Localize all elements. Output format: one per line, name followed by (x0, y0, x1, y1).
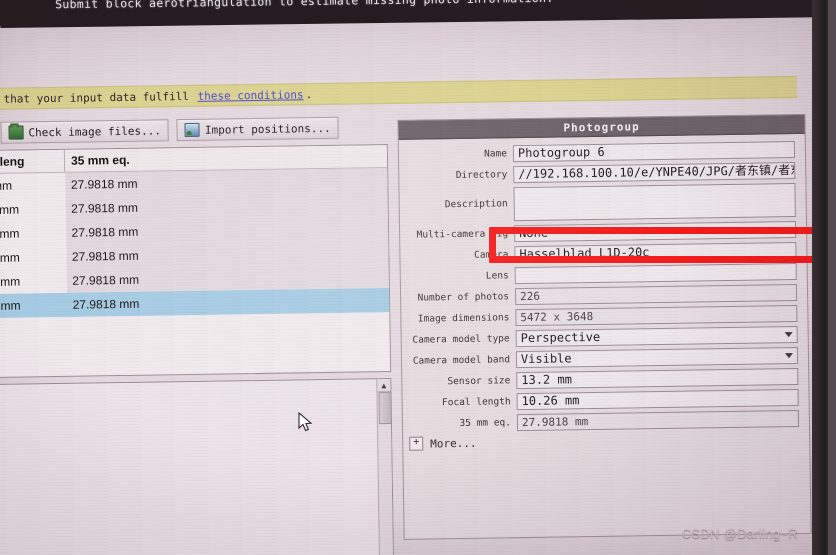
photographed-screen: eck that your input data fulfill these c… (0, 0, 836, 555)
input-conditions-hint-bar: eck that your input data fulfill these c… (0, 75, 798, 111)
cell-focal-length: 10.26 mm (0, 274, 21, 290)
import-positions-button[interactable]: Import positions... (176, 116, 339, 142)
focal-length-input[interactable]: 10.26 mm (516, 388, 799, 411)
status-banner-text: Submit block aerotriangulation to estima… (55, 0, 554, 12)
field-row-number-of-photos: Number of photos 226 (405, 283, 798, 307)
camera-model-type-select[interactable]: Perspective (515, 325, 798, 348)
chevron-down-icon[interactable] (784, 353, 794, 359)
label-name: Name (483, 148, 508, 160)
label-image-dimensions: Image dimensions (417, 312, 510, 325)
camera-model-band-value: Visible (515, 346, 799, 369)
image-icon (184, 122, 200, 138)
cell-focal-length: 10.26 mm (0, 226, 20, 242)
label-description: Description (444, 198, 508, 211)
photogroup-form: Name Photogroup 6 Directory //192.168.10… (399, 134, 810, 451)
field-row-sensor-size: Sensor size 13.2 mm (406, 367, 799, 391)
lower-list-panel[interactable]: ▲ (0, 378, 395, 555)
directory-highlight-annotation (489, 227, 833, 263)
field-row-name: Name Photogroup 6 (403, 141, 796, 164)
hint-suffix: . (305, 87, 313, 101)
more-label: More... (430, 436, 477, 450)
label-directory: Directory (455, 169, 508, 182)
chevron-down-icon[interactable] (784, 332, 793, 338)
column-header-35mm-eq[interactable]: 35 mm eq. (65, 148, 215, 172)
photos-table-panel[interactable]: Focal leng 35 mm eq. 0.26 mm 27.9818 mm … (0, 144, 392, 379)
table-row-selected[interactable]: 10.26 mm 27.9818 mm (0, 288, 390, 319)
description-input[interactable] (513, 183, 796, 222)
field-row-35mm-eq: 35 mm eq. 27.9818 mm (407, 409, 800, 433)
vertical-scrollbar[interactable]: ▲ (376, 379, 394, 555)
expand-plus-icon[interactable]: + (409, 436, 424, 451)
cell-focal-length: 10.26 mm (0, 250, 20, 266)
field-row-camera-model-band: Camera model band Visible (406, 346, 799, 370)
lens-input[interactable] (514, 263, 797, 285)
sensor-size-input[interactable]: 13.2 mm (516, 367, 799, 390)
label-camera-model-type: Camera model type (412, 333, 510, 346)
monitor-bezel-edge (828, 0, 836, 555)
field-row-description: Description (403, 183, 796, 223)
field-row-camera-model-type: Camera model type Perspective (406, 325, 798, 349)
label-camera-model-band: Camera model band (412, 354, 511, 367)
label-lens: Lens (485, 270, 509, 282)
name-input[interactable]: Photogroup 6 (512, 141, 796, 163)
cell-focal-length: 10.26 mm (0, 202, 20, 218)
hint-text: eck that your input data fulfill these c… (0, 88, 312, 106)
hint-prefix: eck that your input data fulfill (0, 89, 190, 106)
label-focal-length: Focal length (441, 396, 511, 409)
more-expander[interactable]: + More... (409, 431, 799, 451)
35mm-eq-value: 27.9818 mm (516, 409, 800, 432)
cell-focal-length: 10.26 mm (0, 298, 21, 314)
check-image-files-button[interactable]: Check image files... (0, 119, 170, 144)
label-number-of-photos: Number of photos (417, 291, 510, 304)
watermark: CSDN @Darling~R (681, 526, 798, 541)
field-row-image-dimensions: Image dimensions 5472 x 3648 (405, 304, 798, 328)
scrollbar-thumb[interactable] (378, 392, 392, 425)
image-dimensions-value: 5472 x 3648 (515, 304, 798, 327)
scroll-up-arrow-icon[interactable]: ▲ (377, 379, 391, 393)
directory-input[interactable]: //192.168.100.10/e/YNPE40/JPG/者东镇/者东村/邓关 (513, 162, 796, 184)
field-row-lens: Lens (405, 263, 797, 286)
import-positions-label: Import positions... (204, 121, 331, 137)
camera-model-band-select[interactable]: Visible (515, 346, 799, 369)
column-header-focal-length[interactable]: Focal leng (0, 149, 66, 174)
field-row-focal-length: Focal length 10.26 mm (407, 388, 799, 412)
mouse-cursor-icon (298, 412, 313, 432)
field-row-directory: Directory //192.168.100.10/e/YNPE40/JPG/… (403, 162, 796, 185)
folder-icon (8, 125, 24, 140)
label-sensor-size: Sensor size (447, 375, 511, 388)
application-screen: eck that your input data fulfill these c… (0, 13, 836, 555)
these-conditions-link[interactable]: these conditions (198, 88, 304, 103)
camera-model-type-value: Perspective (515, 325, 798, 348)
cell-35mm-eq: 27.9818 mm (66, 288, 390, 317)
cell-focal-length: 0.26 mm (0, 178, 13, 194)
photogroup-panel: Photogroup Name Photogroup 6 Directory /… (397, 113, 812, 540)
number-of-photos-value: 226 (514, 283, 798, 306)
label-35mm-eq: 35 mm eq. (459, 417, 512, 430)
check-image-files-label: Check image files... (28, 123, 161, 139)
